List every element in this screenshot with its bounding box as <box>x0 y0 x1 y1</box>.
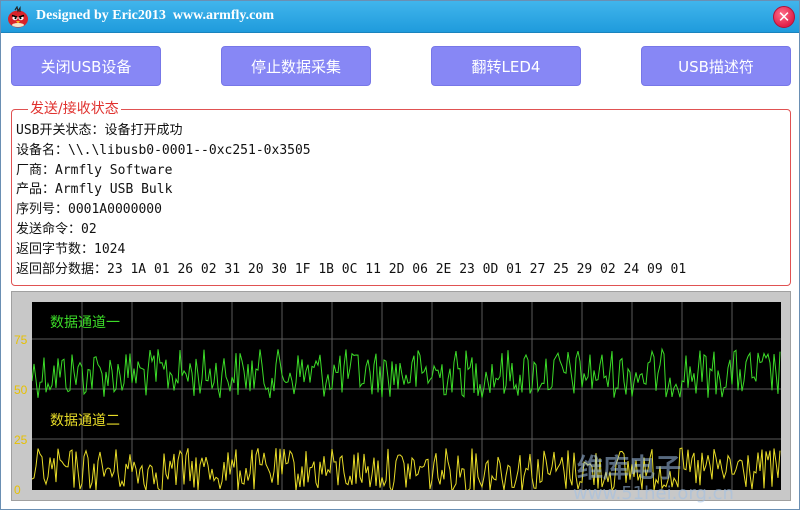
oscilloscope-panel: 75 50 25 0 数据通道一 数据通道二 <box>11 291 791 501</box>
returned-byte-count: 返回字节数：1024 <box>16 241 126 257</box>
y-tick-25: 25 <box>14 433 28 447</box>
y-tick-0: 0 <box>14 483 21 497</box>
status-lines: USB开关状态：设备打开成功 设备名：\\.\libusb0-0001--0xc… <box>16 121 686 279</box>
usb-switch-status: USB开关状态：设备打开成功 <box>16 123 183 138</box>
window-title: Designed by Eric2013 www.armfly.com <box>36 8 274 23</box>
waveform-display <box>32 302 781 490</box>
status-group-title: 发送/接收状态 <box>28 100 121 118</box>
app-window: Designed by Eric2013 www.armfly.com ✕ 关闭… <box>0 0 800 510</box>
serial-number: 序列号：0001A0000000 <box>16 202 162 218</box>
device-name: 设备名：\\.\libusb0-0001--0xc251-0x3505 <box>16 142 311 158</box>
angry-bird-icon <box>8 6 28 28</box>
y-tick-75: 75 <box>14 333 28 347</box>
close-icon: ✕ <box>777 8 791 26</box>
channel-1-waveform <box>32 347 781 398</box>
channel-1-label: 数据通道一 <box>50 315 120 331</box>
channel-2-label: 数据通道二 <box>50 413 120 429</box>
channel-2-waveform <box>32 447 781 490</box>
close-usb-device-button[interactable]: 关闭USB设备 <box>11 46 161 86</box>
usb-descriptor-button[interactable]: USB描述符 <box>641 46 791 86</box>
y-tick-50: 50 <box>14 383 28 397</box>
send-receive-status-group: 发送/接收状态 USB开关状态：设备打开成功 设备名：\\.\libusb0-0… <box>11 100 791 286</box>
vendor: 厂商：Armfly Software <box>16 162 173 178</box>
close-button[interactable]: ✕ <box>773 6 795 28</box>
product: 产品：Armfly USB Bulk <box>16 182 173 198</box>
title-bar[interactable]: Designed by Eric2013 www.armfly.com ✕ <box>1 1 799 33</box>
sent-command: 发送命令：02 <box>16 221 97 237</box>
stop-data-acquisition-button[interactable]: 停止数据采集 <box>221 46 371 86</box>
returned-partial-data: 返回部分数据：23 1A 01 26 02 31 20 30 1F 1B 0C … <box>16 261 687 277</box>
toggle-led4-button[interactable]: 翻转LED4 <box>431 46 581 86</box>
